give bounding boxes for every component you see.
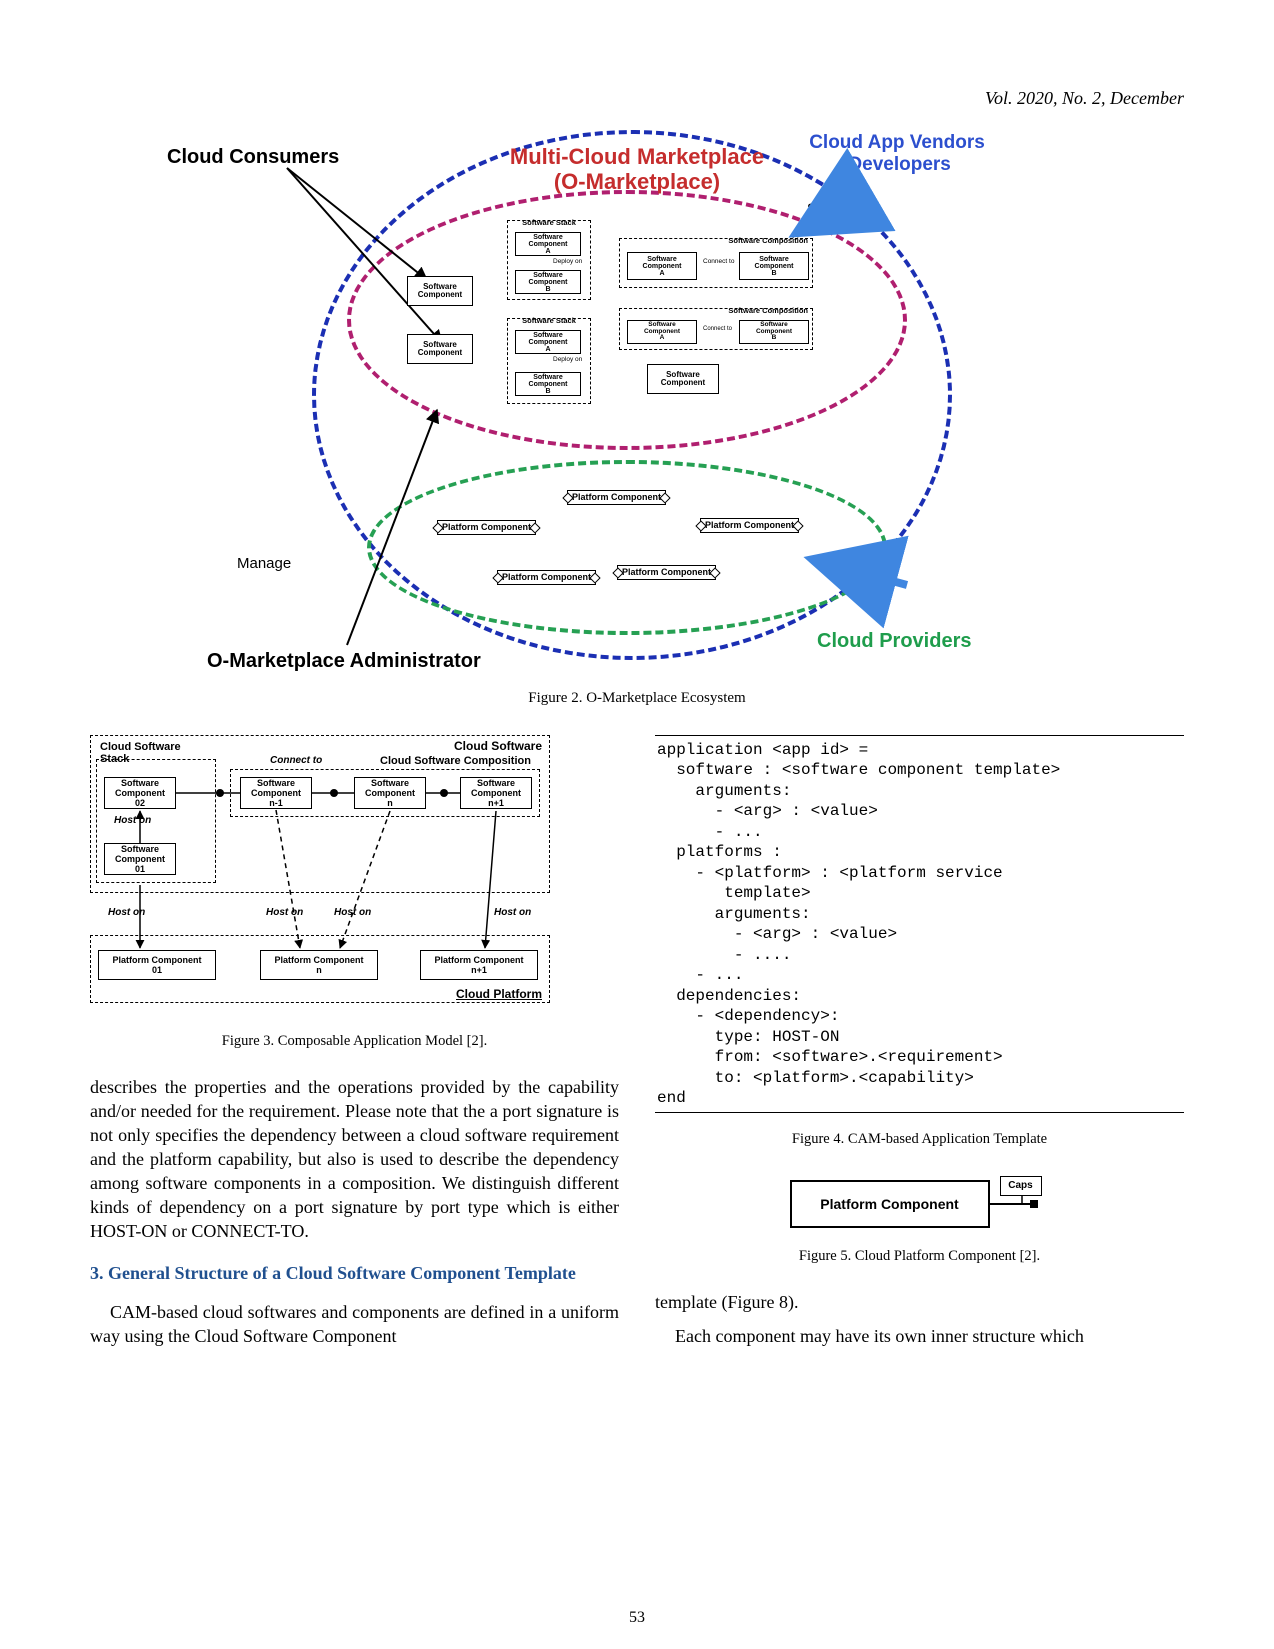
section-3-heading: 3. General Structure of a Cloud Software… — [90, 1262, 619, 1285]
supply-label-top: Supply — [807, 200, 850, 216]
application-template-code-block: application <app id> = software : <softw… — [655, 735, 1184, 1113]
figure-2-diagram: Cloud Consumers Cloud App Vendors /Devel… — [227, 130, 1047, 680]
software-component-box: Software Component — [407, 276, 473, 306]
software-component-b: Software Component B — [515, 270, 581, 294]
figure-3-connectors — [90, 735, 550, 1025]
figure-5-caption: Figure 5. Cloud Platform Component [2]. — [655, 1248, 1184, 1265]
application-template-code: application <app id> = software : <softw… — [657, 740, 1182, 1108]
platform-component-box: Platform Component — [567, 490, 666, 505]
platform-component-box: Platform Component — [437, 520, 536, 535]
manage-label: Manage — [237, 555, 291, 572]
marketplace-label: Multi-Cloud Marketplace (O-Marketplace) — [487, 144, 787, 195]
figure-3-caption: Figure 3. Composable Application Model [… — [90, 1033, 619, 1050]
composition-title: Software Composition — [728, 307, 808, 315]
stack-title: Software Stack — [508, 219, 590, 227]
market-line2: (O-Marketplace) — [554, 169, 720, 194]
providers-label: Cloud Providers — [817, 630, 971, 653]
software-component-box: Software Component — [647, 364, 719, 394]
page-number: 53 — [629, 1609, 645, 1627]
cloud-consumers-label: Cloud Consumers — [167, 146, 339, 169]
connect-to-label: Connect to — [703, 258, 734, 265]
figure-5-diagram: Platform Component Caps — [770, 1170, 1070, 1240]
paragraph-describes: describes the properties and the operati… — [90, 1076, 619, 1244]
software-component-b: Software Component B — [739, 320, 809, 344]
cloud-vendors-label: Cloud App Vendors /Developers — [797, 132, 997, 176]
stack-title: Software Stack — [508, 317, 590, 325]
content-columns: Cloud Software Cloud Software Stack Clou… — [90, 735, 1184, 1363]
figure-2-caption: Figure 2. O-Marketplace Ecosystem — [90, 690, 1184, 707]
platform-component-box: Platform Component — [700, 518, 799, 533]
software-component-a: Software Component A — [627, 252, 697, 280]
deploy-on-label: Deploy on — [553, 356, 582, 363]
connect-to-label: Connect to — [703, 326, 732, 332]
composition-title: Software Composition — [728, 237, 808, 245]
software-component-a: Software Component A — [515, 330, 581, 354]
platform-component-box: Platform Component — [497, 570, 596, 585]
paragraph-each-component: Each component may have its own inner st… — [655, 1325, 1184, 1349]
paragraph-template-fig8: template (Figure 8). — [655, 1291, 1184, 1315]
figure-3-diagram: Cloud Software Cloud Software Stack Clou… — [90, 735, 550, 1025]
software-component-b: Software Component B — [515, 372, 581, 396]
deploy-on-label: Deploy on — [553, 258, 582, 265]
platform-ellipse — [367, 460, 887, 635]
paragraph-cam-based: CAM-based cloud softwares and components… — [90, 1301, 619, 1349]
figure-5-connector — [770, 1170, 1070, 1240]
software-component-b: Software Component B — [739, 252, 809, 280]
journal-issue: Vol. 2020, No. 2, December — [985, 88, 1184, 109]
vendors-line1: Cloud App Vendors — [809, 132, 985, 153]
software-component-a: Software Component A — [627, 320, 697, 344]
admin-label: O-Marketplace Administrator — [207, 650, 481, 673]
vendors-line2: /Developers — [843, 154, 951, 175]
supply-label-bottom: Supply — [842, 565, 885, 581]
software-component-a: Software Component A — [515, 232, 581, 256]
figure-4-caption: Figure 4. CAM-based Application Template — [655, 1131, 1184, 1148]
market-line1: Multi-Cloud Marketplace — [510, 144, 764, 169]
software-component-box: Software Component — [407, 334, 473, 364]
platform-component-box: Platform Component — [617, 565, 716, 580]
